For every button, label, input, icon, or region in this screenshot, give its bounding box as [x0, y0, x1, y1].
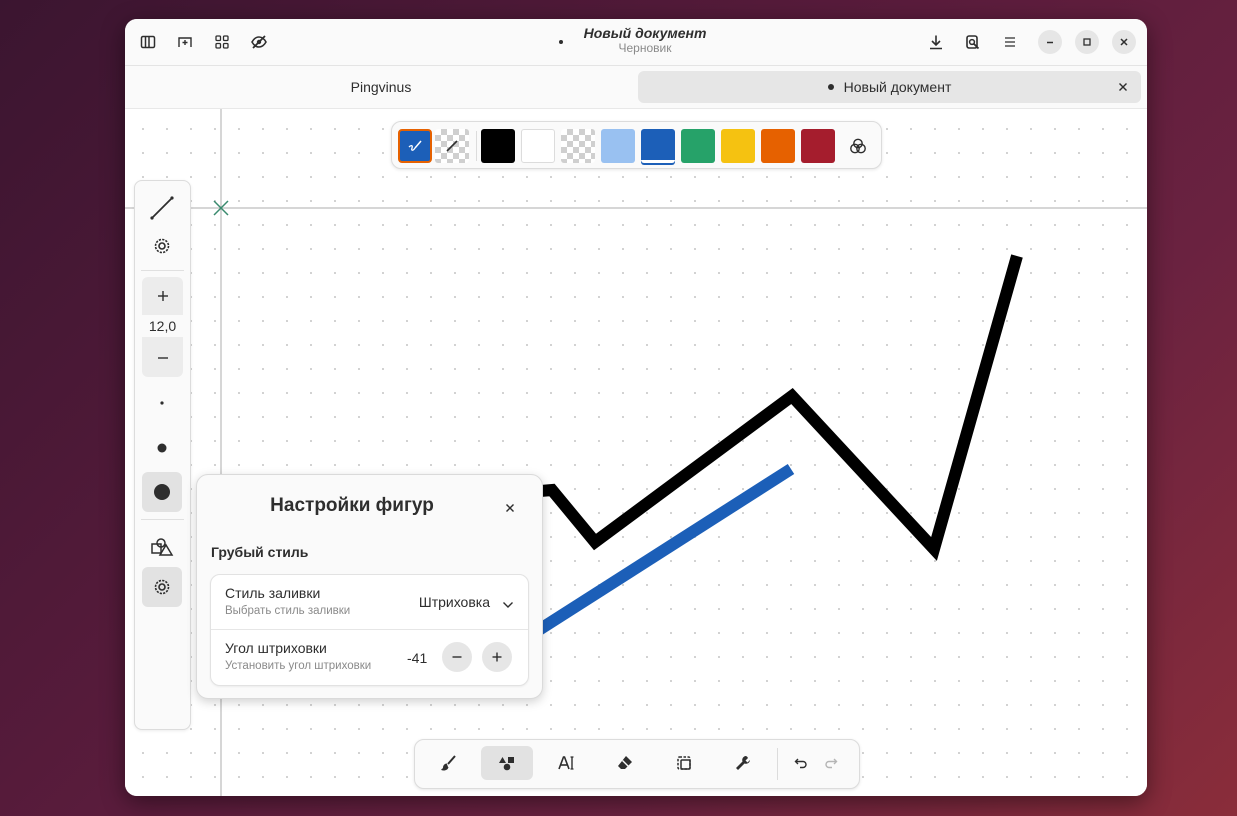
- hatch-angle-subtitle: Установить угол штриховки: [225, 660, 372, 672]
- download-icon[interactable]: [921, 27, 951, 57]
- tab-close-icon[interactable]: [1113, 77, 1133, 97]
- color-picker-icon[interactable]: [398, 129, 432, 163]
- palette-separator: [476, 131, 477, 161]
- shape-settings-icon[interactable]: [142, 567, 182, 607]
- left-toolbar: 12,0: [134, 180, 191, 730]
- hatch-angle-row: Угол штриховки Установить угол штриховки…: [211, 630, 528, 684]
- hatch-angle-title: Угол штриховки: [225, 640, 327, 656]
- color-wheel-icon[interactable]: [841, 129, 875, 163]
- fill-style-subtitle: Выбрать стиль заливки: [225, 605, 351, 617]
- color-swatch-green[interactable]: [681, 129, 715, 163]
- minimize-icon[interactable]: [1038, 30, 1062, 54]
- app-window: Новый документ Черновик Pingvinus Новый …: [125, 19, 1147, 796]
- modified-dot-icon: [827, 84, 834, 90]
- hatch-decrease-button[interactable]: [442, 642, 472, 672]
- chevron-down-icon[interactable]: [502, 596, 514, 614]
- color-swatch-light-blue[interactable]: [601, 129, 635, 163]
- shapes-tool-icon[interactable]: [481, 746, 533, 780]
- black-stroke: [504, 254, 1023, 561]
- sidebar-icon[interactable]: [133, 27, 163, 57]
- text-tool-icon[interactable]: [540, 746, 592, 780]
- color-swatch-yellow[interactable]: [721, 129, 755, 163]
- shape-settings-popover: Настройки фигур Грубый стиль Стиль залив…: [196, 474, 543, 699]
- bottom-toolbar: [414, 739, 860, 789]
- maximize-icon[interactable]: [1075, 30, 1099, 54]
- stroke-width-value[interactable]: 12,0: [142, 315, 183, 337]
- color-swatch-blue[interactable]: [641, 129, 675, 163]
- color-swatch-white[interactable]: [521, 129, 555, 163]
- stroke-width-stepper: 12,0: [142, 277, 183, 377]
- undo-icon[interactable]: [788, 746, 814, 780]
- tab-bar: Pingvinus Новый документ: [125, 66, 1147, 109]
- fill-style-title: Стиль заливки: [225, 585, 321, 601]
- color-swatch-red[interactable]: [801, 129, 835, 163]
- close-icon[interactable]: [1112, 30, 1136, 54]
- tab-pingvinus[interactable]: Pingvinus: [131, 71, 631, 103]
- decrease-icon[interactable]: [142, 343, 183, 373]
- fill-style-value[interactable]: Штриховка: [419, 594, 490, 610]
- small-dot-icon[interactable]: [142, 383, 182, 423]
- increase-icon[interactable]: [142, 281, 183, 311]
- popover-title: Настройки фигур: [270, 495, 434, 516]
- window-title: Новый документ: [583, 25, 707, 41]
- medium-dot-icon[interactable]: [142, 428, 182, 468]
- grid-icon[interactable]: [207, 27, 237, 57]
- shapes-icon[interactable]: [142, 527, 182, 567]
- selection-icon[interactable]: [658, 746, 710, 780]
- tab-label: Новый документ: [843, 79, 952, 95]
- toolbar-separator: [777, 748, 778, 780]
- color-swatch-black[interactable]: [481, 129, 515, 163]
- headerbar: Новый документ Черновик: [125, 19, 1147, 66]
- menu-icon[interactable]: [995, 27, 1025, 57]
- color-swatch-orange[interactable]: [761, 129, 795, 163]
- line-shape-icon[interactable]: [142, 188, 182, 228]
- eraser-icon[interactable]: [599, 746, 651, 780]
- settings-icon[interactable]: [142, 226, 182, 266]
- large-dot-icon[interactable]: [142, 472, 182, 512]
- toolbar-separator: [141, 270, 184, 271]
- title-box: Новый документ Черновик: [545, 25, 745, 55]
- tab-label: Pingvinus: [350, 79, 412, 95]
- export-icon[interactable]: [958, 27, 988, 57]
- group-title: Грубый стиль: [211, 544, 309, 560]
- hatch-angle-value[interactable]: -41: [407, 650, 427, 666]
- color-palette: [391, 121, 882, 169]
- redo-icon[interactable]: [818, 746, 844, 780]
- color-swatch-transparent[interactable]: [561, 129, 595, 163]
- brush-icon[interactable]: [423, 746, 475, 780]
- hatch-increase-button[interactable]: [482, 642, 512, 672]
- popover-close-icon[interactable]: [497, 495, 523, 521]
- add-page-icon[interactable]: [170, 27, 200, 57]
- window-subtitle: Черновик: [618, 41, 672, 55]
- tools-icon[interactable]: [717, 746, 769, 780]
- transparent-picker-icon[interactable]: [435, 129, 469, 163]
- hide-icon[interactable]: [244, 27, 274, 57]
- tab-new-document[interactable]: Новый документ: [638, 71, 1141, 103]
- settings-list: Стиль заливки Выбрать стиль заливки Штри…: [210, 574, 529, 686]
- fill-style-row[interactable]: Стиль заливки Выбрать стиль заливки Штри…: [211, 575, 528, 630]
- toolbar-separator: [141, 519, 184, 520]
